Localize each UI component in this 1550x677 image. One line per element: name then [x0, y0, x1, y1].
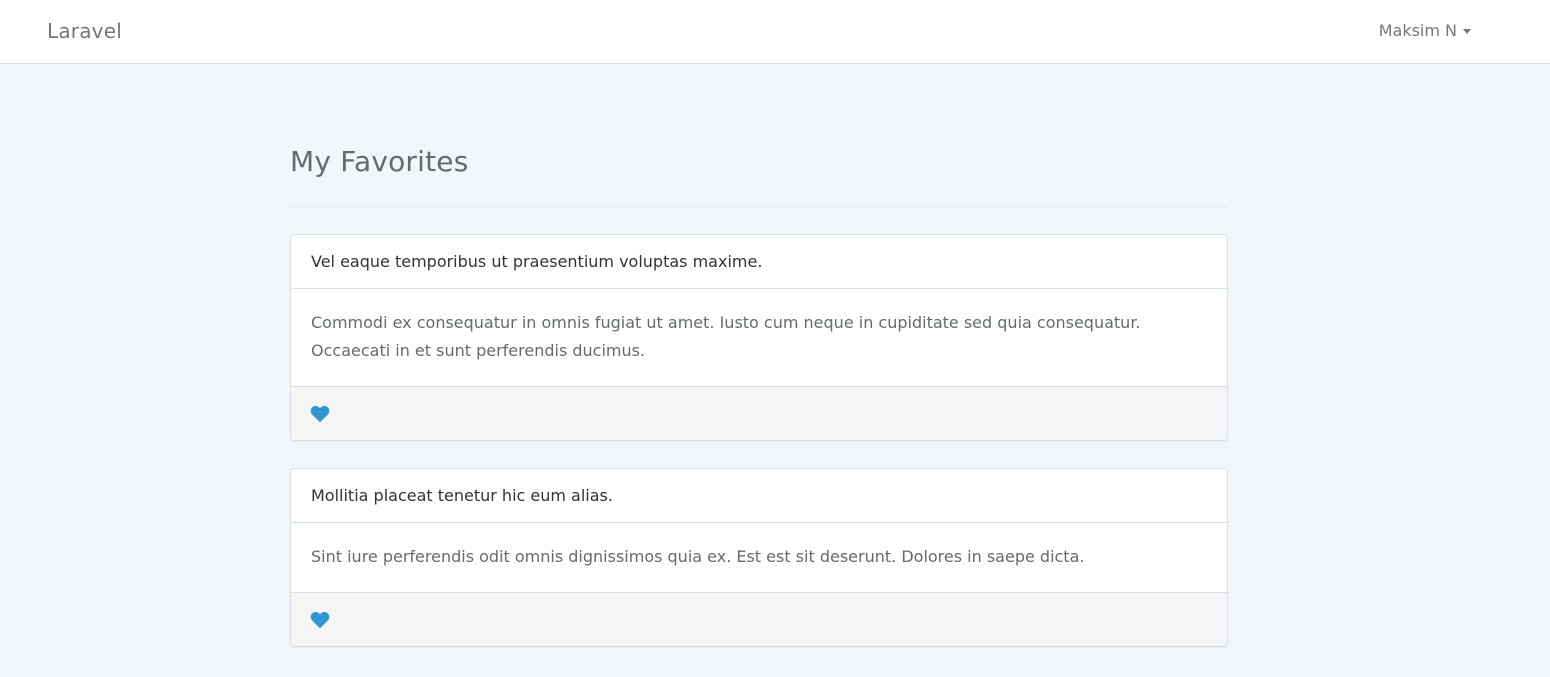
- card-footer: [291, 386, 1227, 440]
- user-name: Maksim N: [1378, 21, 1457, 40]
- heart-icon[interactable]: [310, 405, 330, 423]
- caret-down-icon: [1463, 29, 1471, 34]
- card-body: Commodi ex consequatur in omnis fugiat u…: [311, 313, 1141, 360]
- card-body: Sint iure perferendis odit omnis digniss…: [311, 547, 1085, 566]
- page-header: My Favorites: [290, 144, 1228, 207]
- card-title: Vel eaque temporibus ut praesentium volu…: [291, 235, 1227, 289]
- card-title: Mollitia placeat tenetur hic eum alias.: [291, 469, 1227, 523]
- brand-link[interactable]: Laravel: [47, 19, 122, 43]
- page-title: My Favorites: [290, 145, 469, 178]
- user-dropdown-toggle[interactable]: Maksim N: [1379, 21, 1471, 40]
- main-container: My Favorites Vel eaque temporibus ut pra…: [290, 64, 1228, 647]
- top-navbar: Laravel Maksim N: [0, 0, 1550, 64]
- card-footer: [291, 592, 1227, 646]
- heart-icon[interactable]: [310, 611, 330, 629]
- favorite-card: Mollitia placeat tenetur hic eum alias. …: [290, 468, 1228, 647]
- favorite-card: Vel eaque temporibus ut praesentium volu…: [290, 234, 1228, 441]
